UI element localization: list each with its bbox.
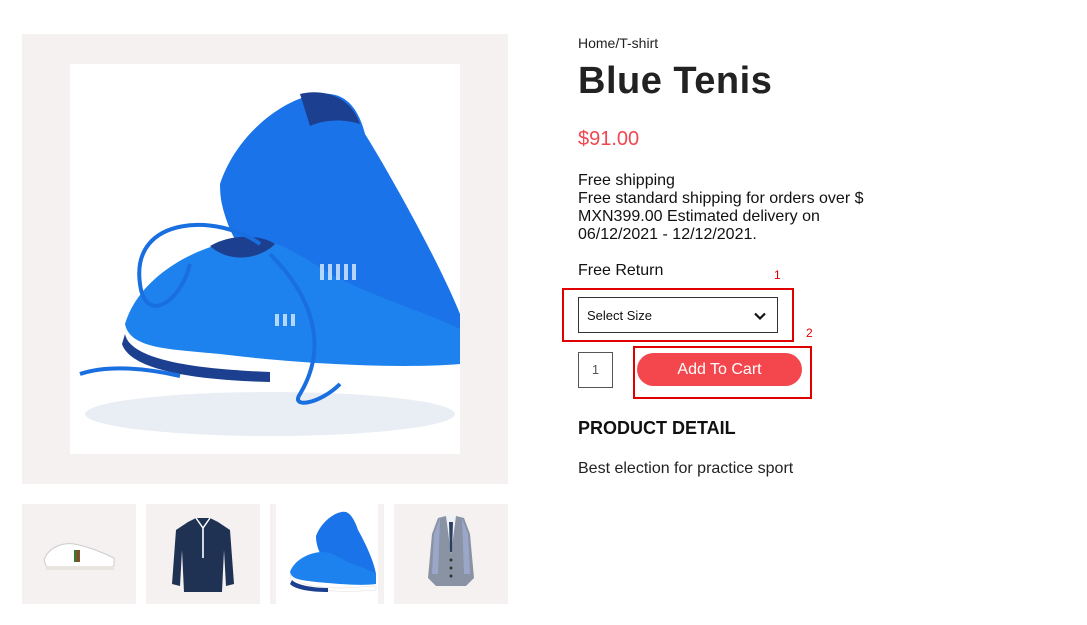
size-select-label: Select Size <box>587 308 653 323</box>
product-detail-heading: PRODUCT DETAIL <box>578 418 736 438</box>
thumbnail-white-sneaker[interactable] <box>22 504 136 604</box>
thumbnail-frame <box>276 504 378 604</box>
size-select[interactable]: Select Size <box>578 297 778 333</box>
chevron-down-icon <box>754 312 766 321</box>
product-page: Home/T-shirt Blue Tenis $91.00 Free ship… <box>0 0 1087 625</box>
shipping-text: Free standard shipping for orders over $… <box>578 190 864 243</box>
blue-sneakers-icon <box>289 511 377 592</box>
shipping-title: Free shipping <box>578 172 675 189</box>
sneaker-white-icon <box>43 543 115 570</box>
main-product-image <box>22 34 508 484</box>
grey-vest-icon <box>428 516 474 586</box>
add-to-cart-button[interactable]: Add To Cart <box>637 353 802 386</box>
thumbnail-blue-sneakers[interactable] <box>270 504 384 604</box>
thumbnail-navy-shirt[interactable] <box>146 504 260 604</box>
product-title: Blue Tenis <box>578 60 773 102</box>
thumbnail-grey-vest[interactable] <box>394 504 508 604</box>
quantity-input[interactable]: 1 <box>578 352 613 388</box>
navy-shirt-icon <box>172 517 234 592</box>
annotation-marker-1: 1 <box>774 268 781 282</box>
annotation-marker-2: 2 <box>806 326 813 340</box>
return-info: Free Return <box>578 262 664 279</box>
product-price: $91.00 <box>578 128 640 150</box>
breadcrumb[interactable]: Home/T-shirt <box>578 35 658 51</box>
product-detail-text: Best election for practice sport <box>578 460 794 477</box>
blue-sneakers-icon <box>79 92 460 436</box>
shipping-info: Free shipping Free standard shipping for… <box>578 172 878 244</box>
